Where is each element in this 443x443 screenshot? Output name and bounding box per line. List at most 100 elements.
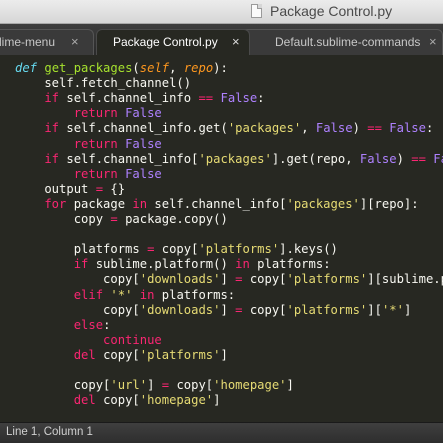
tab-label: Default.sublime-commands: [275, 35, 421, 49]
code-token: copy[: [242, 272, 287, 287]
document-icon: [251, 4, 262, 18]
code-token: {}: [103, 181, 126, 196]
code-token: sublime.platform(): [95, 257, 236, 272]
code-token: ==: [198, 91, 214, 106]
code-editor[interactable]: def get_packages(self, repo): self.fetch…: [0, 55, 443, 422]
code-token: ].keys(): [279, 242, 338, 257]
code-token: ]: [403, 302, 412, 317]
code-token: self.fetch_channel(): [15, 76, 192, 91]
code-line: copy = package.copy(): [15, 212, 228, 227]
code-token: 'packages': [198, 151, 272, 166]
code-line: copy['downloads'] = copy['platforms'][su…: [15, 272, 443, 287]
code-line: return False: [15, 167, 162, 182]
code-token: self.channel_info.get(: [66, 121, 228, 136]
code-token: 'downloads': [139, 302, 221, 317]
code-token: =: [161, 378, 170, 393]
code-token: False: [315, 121, 353, 136]
code-token: ]: [220, 347, 228, 362]
code-token: del: [15, 393, 104, 408]
code-token: 'platforms': [286, 272, 368, 287]
code-token: return: [15, 106, 126, 121]
code-token: package: [73, 196, 133, 211]
code-token: continue: [15, 332, 162, 347]
code-token: get_packages: [44, 61, 133, 75]
tab-bar: lime-menu × Default.sublime-commands × P…: [0, 24, 443, 55]
code-line: def get_packages(self, repo):: [15, 61, 228, 76]
tab-package-control-active[interactable]: Package Control.py ×: [96, 29, 250, 55]
code-line: output = {}: [15, 182, 125, 197]
code-token: ==: [367, 121, 382, 136]
code-token: copy[: [103, 393, 140, 408]
code-token: 'homepage': [139, 393, 214, 408]
code-token: self.channel_info[: [154, 196, 287, 211]
code-line: else:: [15, 317, 111, 333]
code-token: ].get(repo,: [271, 151, 360, 166]
code-line: if self.channel_info == False:: [15, 91, 265, 106]
code-token: 'homepage': [213, 378, 287, 393]
code-line: copy['downloads'] = copy['platforms']['*…: [15, 303, 411, 318]
code-token: 'packages': [227, 121, 302, 136]
code-token: for: [15, 196, 74, 211]
code-token: if: [15, 151, 67, 166]
code-line: for package in self.channel_info['packag…: [15, 196, 418, 212]
code-token: False: [125, 106, 162, 121]
code-token: 'url': [110, 378, 148, 393]
code-token: ][sublime.p: [367, 272, 443, 287]
code-token: return: [15, 166, 126, 181]
code-token: if: [15, 91, 67, 106]
code-token: return: [15, 136, 126, 151]
code-line: elif '*' in platforms:: [15, 288, 235, 303]
code-token: ): [396, 151, 412, 166]
code-token: ]: [286, 378, 294, 393]
close-icon[interactable]: ×: [232, 34, 240, 49]
code-token: False: [389, 121, 426, 136]
code-token: ,: [301, 121, 316, 136]
code-token: False: [125, 166, 162, 181]
close-icon[interactable]: ×: [71, 34, 79, 49]
code-token: self: [139, 61, 170, 75]
code-line: copy['url'] = copy['homepage']: [15, 378, 294, 393]
code-token: 'platforms': [198, 242, 280, 257]
code-token: 'packages': [286, 196, 360, 211]
code-token: else: [15, 317, 104, 332]
code-token: ]: [220, 272, 236, 287]
code-line: del copy['platforms']: [15, 348, 228, 363]
code-token: ]: [213, 393, 221, 408]
code-token: (: [132, 61, 140, 75]
code-token: False: [125, 136, 162, 151]
code-token: ): [352, 121, 368, 136]
code-token: output: [15, 181, 96, 196]
code-line: continue: [15, 333, 162, 348]
code-token: copy[: [169, 378, 214, 393]
code-token: 'downloads': [139, 272, 221, 287]
code-token: Fa: [433, 151, 443, 166]
code-line: self.fetch_channel(): [15, 76, 191, 91]
code-token: :: [425, 121, 434, 136]
tab-label: lime-menu: [0, 35, 56, 49]
window-title: Package Control.py: [270, 3, 393, 19]
code-token: ,: [169, 61, 184, 75]
code-token: copy[: [103, 347, 140, 362]
code-token: if: [15, 257, 96, 272]
code-token: platforms:: [161, 287, 236, 302]
close-icon[interactable]: ×: [429, 34, 437, 49]
code-token: =: [95, 181, 104, 196]
code-line: if self.channel_info['packages'].get(rep…: [15, 152, 443, 167]
code-token: elif: [15, 287, 111, 302]
code-token: if: [15, 121, 67, 136]
code-token: copy[: [15, 272, 140, 287]
code-token: copy[: [15, 378, 111, 393]
tab-sublime-menu[interactable]: lime-menu ×: [0, 29, 94, 55]
code-token: self.channel_info[: [66, 151, 199, 166]
tab-label: Package Control.py: [113, 35, 218, 49]
code-token: :: [103, 317, 111, 332]
code-line: return False: [15, 106, 162, 121]
code-token: ]: [147, 378, 162, 393]
tab-package-control[interactable]: Default.sublime-commands ×: [238, 29, 443, 55]
code-token: '*': [381, 302, 404, 317]
code-token: ):: [213, 61, 228, 75]
code-token: ]: [220, 302, 236, 317]
code-token: :: [257, 91, 265, 106]
code-token: 'platforms': [286, 302, 368, 317]
code-token: =: [235, 302, 243, 317]
